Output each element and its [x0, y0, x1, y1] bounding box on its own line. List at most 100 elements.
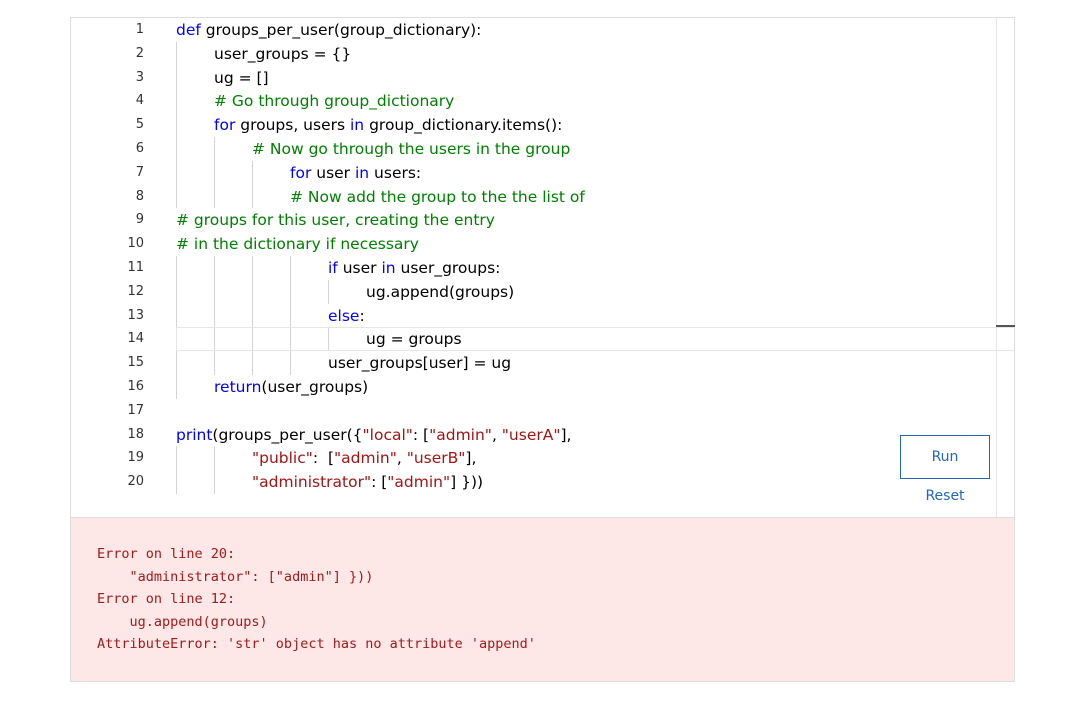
code-token: ],: [465, 449, 477, 468]
code-token: group_dictionary.items():: [364, 116, 563, 135]
error-output-panel: Error on line 20: "administrator": ["adm…: [70, 517, 1015, 682]
code-token: # Now add the group to the the list of: [290, 187, 585, 206]
code-line: else:: [328, 304, 365, 328]
line-number: 15: [127, 355, 144, 371]
code-token: user_groups[user] = ug: [328, 354, 512, 373]
code-token: else: [328, 306, 360, 325]
code-token: ug = []: [214, 68, 269, 87]
line-number: 17: [127, 402, 144, 418]
code-token: user_groups:: [395, 259, 501, 277]
code-line: user_groups = {}: [214, 42, 351, 66]
line-number: 3: [135, 69, 144, 85]
indent-guide: [176, 41, 177, 209]
code-token: in: [354, 163, 370, 182]
code-line: for user in users:: [290, 161, 421, 185]
code-token: ,: [396, 449, 407, 468]
scrollbar-track[interactable]: [996, 18, 997, 518]
code-line: return(user_groups): [214, 375, 368, 399]
code-line: # Now go through the users in the group: [252, 137, 570, 161]
error-output-line: AttributeError: 'str' object has no attr…: [97, 636, 536, 652]
code-line: # Go through group_dictionary: [214, 89, 454, 113]
line-number: 11: [127, 260, 144, 275]
code-token: for: [214, 116, 236, 135]
line-number: 5: [135, 117, 144, 133]
error-output-line: Error on line 12:: [97, 591, 236, 607]
code-line: user_groups[user] = ug: [328, 351, 511, 375]
indent-guide: [214, 256, 215, 375]
code-line: # groups for this user, creating the ent…: [176, 208, 495, 232]
code-token: def: [176, 21, 201, 39]
code-token: return: [214, 378, 262, 396]
code-token: user: [311, 163, 355, 182]
run-button[interactable]: Run: [900, 435, 990, 479]
code-token: users:: [369, 163, 422, 182]
line-number: 18: [127, 426, 144, 442]
code-token: in: [381, 259, 396, 277]
code-token: "public": [252, 449, 313, 468]
line-number: 14: [127, 331, 144, 347]
code-token: print: [176, 425, 213, 444]
line-number: 9: [135, 212, 144, 228]
line-number: 2: [135, 45, 144, 61]
indent-guide: [290, 256, 291, 375]
line-number: 1: [135, 22, 144, 37]
indent-guide: [328, 279, 329, 304]
code-token: ,: [491, 425, 502, 444]
code-token: # Now go through the users in the group: [252, 140, 571, 158]
error-output-line: "administrator": ["admin"] })): [97, 568, 374, 585]
code-editor[interactable]: 1 2 3 4 5 6 7 8 9 10 11 12 13 14 15 16 17 18 19 20 def grou…: [70, 17, 1015, 518]
code-line: # in the dictionary if necessary: [176, 232, 419, 256]
code-token: :: [359, 306, 365, 325]
code-line: for groups, users in group_dictionary.it…: [214, 113, 562, 137]
code-token: # in the dictionary if necessary: [176, 235, 419, 254]
line-number: 6: [135, 141, 144, 156]
line-number: 12: [127, 283, 144, 299]
indent-guide: [176, 446, 177, 494]
error-output-line: Error on line 20:: [97, 546, 236, 562]
code-token: : [: [371, 473, 388, 492]
code-token: "local": [362, 425, 413, 444]
indent-guide: [214, 446, 215, 494]
code-token: user_groups = {}: [214, 44, 352, 63]
code-line: ug = []: [214, 66, 269, 90]
code-token: user: [337, 259, 382, 277]
code-token: "admin": [387, 473, 451, 492]
code-token: # groups for this user, creating the ent…: [176, 211, 495, 230]
code-token: ug = groups: [366, 330, 462, 349]
code-token: ] })): [450, 473, 484, 492]
code-token: for: [290, 163, 312, 182]
code-line: # Now add the group to the the list of: [290, 185, 585, 209]
code-line: "public": ["admin", "userB"],: [252, 446, 476, 470]
code-token: "admin": [429, 425, 492, 444]
code-line: "administrator": ["admin"] })): [252, 470, 483, 494]
code-token: ug.append(groups): [366, 282, 515, 301]
code-token: if: [328, 259, 338, 277]
code-token: ],: [560, 425, 572, 444]
line-number-gutter: 1 2 3 4 5 6 7 8 9 10 11 12 13 14 15 16 17 18 19 20: [71, 18, 166, 517]
code-token: "administrator": [252, 473, 372, 492]
line-number: 16: [127, 379, 144, 394]
code-token: groups_per_user(group_dictionary):: [200, 21, 482, 39]
code-token: : [: [312, 449, 335, 468]
active-line-highlight: [176, 327, 1014, 351]
code-line: if user in user_groups:: [328, 256, 500, 280]
code-token: # Go through group_dictionary: [214, 92, 455, 111]
code-line: ug.append(groups): [366, 280, 514, 304]
error-output-line: ug.append(groups): [97, 613, 268, 630]
code-token: "userA": [501, 425, 561, 444]
code-token: (groups_per_user({: [212, 425, 363, 444]
indent-guide: [252, 256, 253, 375]
line-number: 13: [127, 307, 144, 323]
code-line: print(groups_per_user({"local": ["admin"…: [176, 423, 571, 447]
reset-link[interactable]: Reset: [900, 488, 990, 504]
code-token: "userB": [406, 449, 466, 468]
line-number: 10: [127, 236, 144, 252]
code-token: groups, users: [235, 116, 350, 135]
code-token: : [: [412, 425, 430, 444]
code-token: in: [350, 116, 365, 135]
code-token: "admin": [334, 449, 397, 468]
indent-guide: [252, 160, 253, 209]
line-number: 7: [135, 164, 144, 180]
scrollbar-thumb[interactable]: [996, 325, 1015, 327]
line-number: 20: [127, 474, 144, 490]
